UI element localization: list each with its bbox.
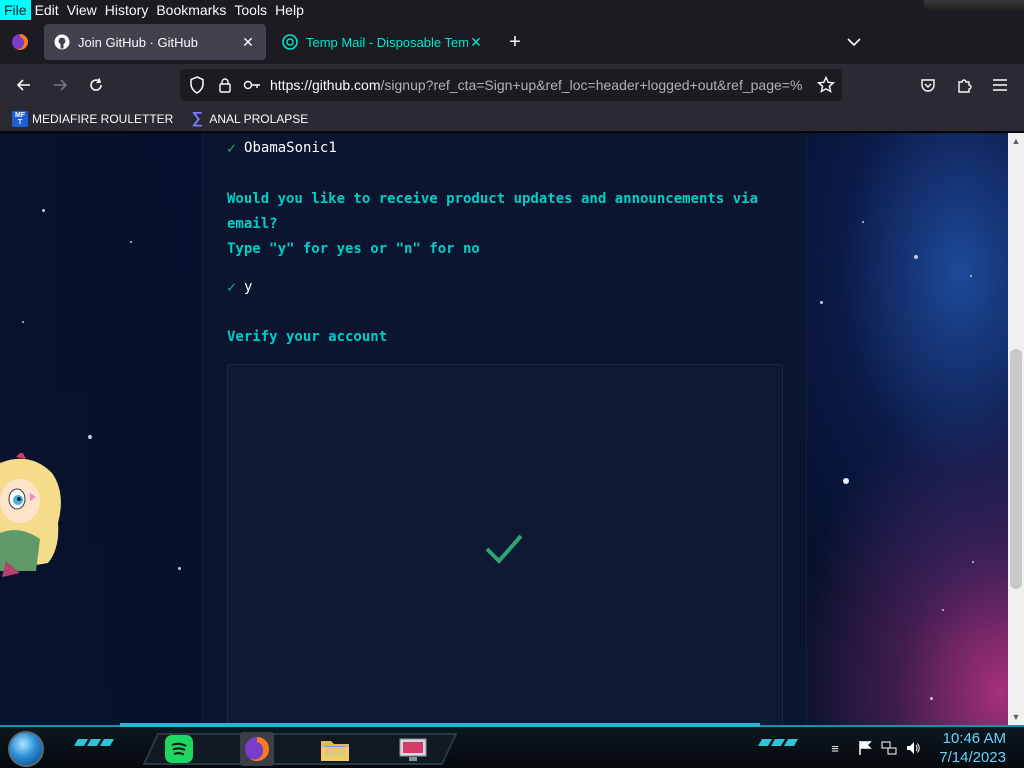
- clock-date: 7/14/2023: [939, 749, 1006, 766]
- url-text[interactable]: https://github.com/signup?ref_cta=Sign+u…: [270, 69, 810, 101]
- show-desktop-icon[interactable]: ≡: [826, 739, 844, 757]
- menu-edit[interactable]: Edit: [31, 0, 63, 20]
- bookmark-sigma-icon: ∑: [191, 109, 204, 127]
- page-scrollbar[interactable]: ▲ ▼: [1008, 133, 1024, 725]
- spotify-icon: [165, 735, 193, 763]
- file-explorer-app-button[interactable]: [318, 732, 352, 766]
- taskbar-clock[interactable]: 10:46 AM 7/14/2023: [939, 729, 1006, 767]
- back-arrow-icon: [16, 79, 30, 91]
- hamburger-menu-button[interactable]: [984, 69, 1016, 101]
- tab-tempmail[interactable]: Temp Mail - Disposable Tempo ✕: [272, 24, 494, 60]
- new-tab-button[interactable]: +: [504, 28, 526, 56]
- check-icon: ✓: [227, 139, 237, 157]
- menu-help[interactable]: Help: [271, 0, 308, 20]
- reload-icon: [90, 78, 102, 91]
- close-icon[interactable]: ✕: [240, 34, 256, 51]
- scrollbar-thumb[interactable]: [1010, 349, 1022, 589]
- mediafire-icon: MF T: [12, 110, 28, 127]
- star-decoration: [930, 697, 933, 700]
- star-decoration: [862, 221, 864, 223]
- tab-github[interactable]: Join GitHub · GitHub ✕: [44, 24, 266, 60]
- email-preferences-prompt: Would you like to receive product update…: [227, 191, 759, 257]
- start-button[interactable]: [8, 731, 44, 767]
- star-decoration: [972, 561, 974, 563]
- tab-title: Join GitHub · GitHub: [78, 34, 198, 50]
- cartoon-character-image: [0, 453, 61, 577]
- tempmail-icon: [282, 34, 298, 50]
- pocket-button[interactable]: [912, 69, 944, 101]
- star-decoration: [942, 609, 944, 611]
- star-decoration: [820, 301, 823, 304]
- menu-file[interactable]: File: [0, 0, 31, 20]
- github-icon: [54, 34, 70, 50]
- forward-arrow-icon: [54, 79, 68, 91]
- star-decoration: [22, 321, 24, 323]
- username-answer: ✓ ObamaSonic1: [227, 139, 337, 157]
- bookmark-label: ANAL PROLAPSE: [209, 111, 309, 126]
- star-icon[interactable]: [816, 75, 836, 95]
- check-icon: ✓: [227, 278, 237, 296]
- flag-icon[interactable]: [856, 739, 874, 757]
- captcha-verification-box[interactable]: [227, 364, 783, 725]
- scroll-down-arrow[interactable]: ▼: [1008, 709, 1024, 725]
- monitor-app-icon: [399, 738, 427, 761]
- taskbar-glow-decoration: [120, 723, 760, 727]
- verify-account-heading: Verify your account: [227, 329, 388, 345]
- monitor-app-button[interactable]: [396, 732, 430, 766]
- email-preferences-answer: ✓ y: [227, 278, 252, 296]
- key-icon[interactable]: [242, 75, 262, 95]
- tab-bar: Join GitHub · GitHub ✕ Temp Mail - Dispo…: [0, 20, 1024, 64]
- firefox-icon: [245, 737, 270, 762]
- menu-bar: File Edit View History Bookmarks Tools H…: [0, 0, 1024, 20]
- taskbar-decoration: [73, 739, 115, 749]
- tab-title: Temp Mail - Disposable Tempo: [306, 34, 468, 50]
- pocket-icon: [921, 79, 935, 92]
- menu-bookmarks[interactable]: Bookmarks: [152, 0, 230, 20]
- taskbar-decoration: [757, 739, 799, 749]
- star-decoration: [42, 209, 45, 212]
- volume-icon[interactable]: [904, 739, 922, 757]
- menu-view[interactable]: View: [63, 0, 101, 20]
- star-decoration: [88, 435, 92, 439]
- page-viewport: ✓ ObamaSonic1 Would you like to receive …: [0, 133, 1008, 725]
- reload-button[interactable]: [80, 69, 112, 101]
- forward-button[interactable]: [44, 69, 76, 101]
- bookmark-label: MEDIAFIRE ROULETTER: [32, 111, 174, 126]
- menu-tools[interactable]: Tools: [230, 0, 271, 20]
- lock-icon[interactable]: [215, 75, 235, 95]
- file-explorer-icon: [321, 741, 349, 761]
- windows-taskbar: ≡ 10:46 AM 7/14/2023: [0, 723, 1024, 768]
- chevron-down-icon[interactable]: [844, 30, 864, 54]
- clock-time: 10:46 AM: [942, 730, 1006, 747]
- firefox-app-button[interactable]: [240, 732, 274, 766]
- hamburger-icon: [993, 79, 1007, 91]
- scroll-up-arrow[interactable]: ▲: [1008, 133, 1024, 149]
- navigation-bar: https://github.com/signup?ref_cta=Sign+u…: [0, 64, 1024, 106]
- username-value: ObamaSonic1: [244, 140, 337, 156]
- email-preferences-value: y: [244, 279, 253, 295]
- network-icon[interactable]: [880, 739, 898, 757]
- url-bar[interactable]: https://github.com/signup?ref_cta=Sign+u…: [180, 69, 842, 101]
- close-icon[interactable]: ✕: [468, 34, 484, 51]
- star-decoration: [178, 567, 181, 570]
- star-decoration: [914, 255, 918, 259]
- extensions-button[interactable]: [948, 69, 980, 101]
- star-decoration: [970, 275, 972, 277]
- shield-icon[interactable]: [187, 75, 207, 95]
- window-controls[interactable]: [924, 0, 1024, 12]
- bookmark-mediafire[interactable]: MF T MEDIAFIRE ROULETTER: [12, 110, 174, 127]
- star-decoration: [843, 478, 849, 484]
- puzzle-icon: [958, 79, 972, 93]
- firefox-icon: [12, 34, 28, 50]
- verified-checkmark-icon: [485, 534, 523, 564]
- firefox-view-button[interactable]: [0, 20, 40, 64]
- bookmark-second[interactable]: ∑ ANAL PROLAPSE: [189, 109, 309, 127]
- signup-form-card: ✓ ObamaSonic1 Would you like to receive …: [202, 133, 807, 725]
- bookmarks-toolbar: MF T MEDIAFIRE ROULETTER ∑ ANAL PROLAPSE: [0, 106, 1024, 132]
- star-decoration: [130, 241, 132, 243]
- menu-history[interactable]: History: [101, 0, 153, 20]
- back-button[interactable]: [8, 69, 40, 101]
- spotify-app-button[interactable]: [162, 732, 196, 766]
